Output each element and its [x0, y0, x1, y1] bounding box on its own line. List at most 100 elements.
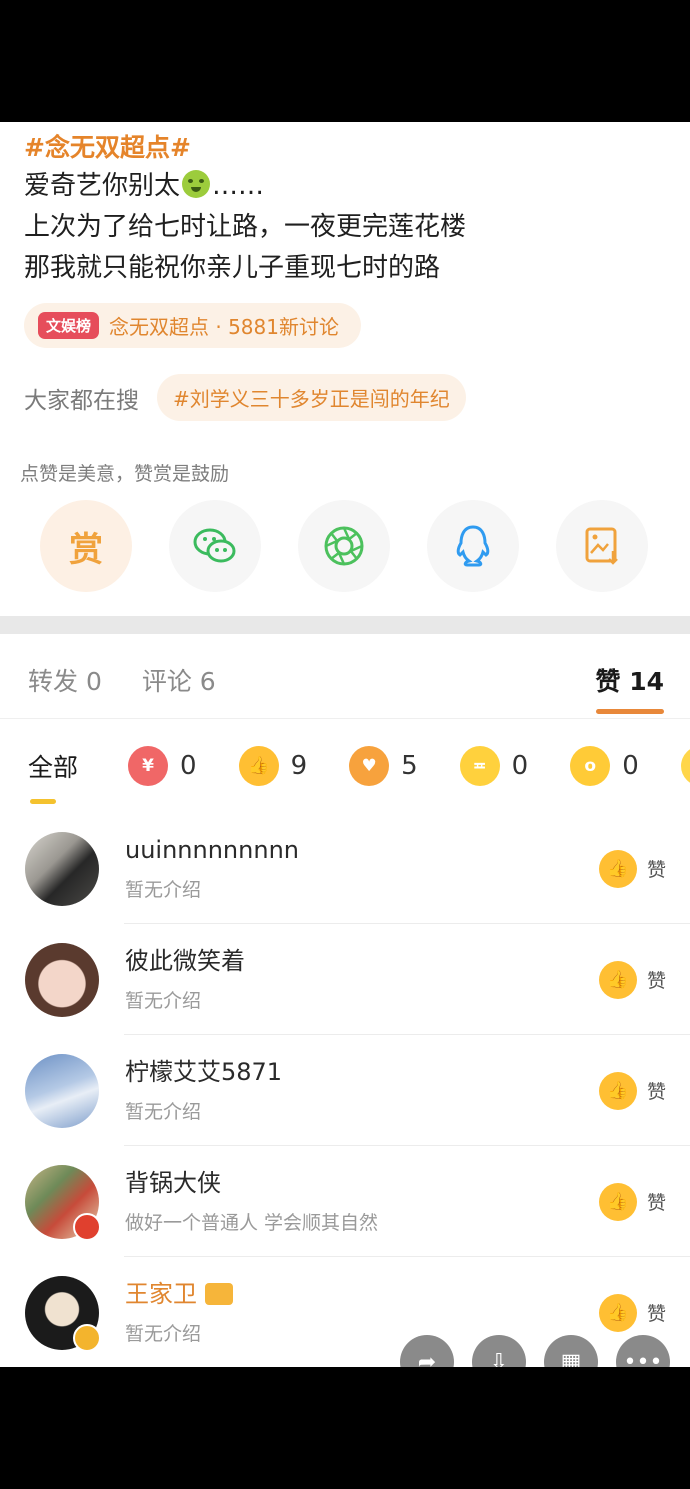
like-label: 赞 — [646, 1081, 666, 1103]
like-label: 赞 — [646, 1192, 666, 1214]
filter-heart-bubble[interactable]: ♥ 5 — [349, 746, 418, 786]
avatar[interactable] — [25, 1053, 99, 1128]
interaction-tabs: 转发 0 评论 6 赞 14 — [0, 634, 690, 719]
like-indicator: 👍 赞 — [598, 1182, 666, 1221]
topic-ranking-pill[interactable]: 文娱榜 念无双超点 · 5881新讨论 — [24, 303, 361, 348]
filter-thumbs-up[interactable]: 👍 9 — [238, 746, 308, 786]
user-info: uuinnnnnnnnn 暂无介绍 — [125, 835, 599, 902]
thumbs-up-icon: 👍 — [598, 960, 637, 999]
avatar[interactable] — [25, 1275, 101, 1352]
list-item[interactable]: uuinnnnnnnnn 暂无介绍 👍 赞 — [0, 813, 690, 924]
tab-repost[interactable]: 转发 0 — [28, 662, 102, 718]
qq-share-button[interactable] — [427, 500, 519, 592]
nauseated-emoji-icon — [182, 170, 211, 198]
user-description: 暂无介绍 — [125, 879, 202, 901]
verified-badge-icon — [73, 1212, 101, 1241]
trending-search-topic[interactable]: #刘学义三十多岁正是闯的年纪 — [157, 374, 466, 421]
thumbs-up-icon: 👍 — [598, 849, 637, 888]
user-info: 背锅大侠 做好一个普通人 学会顺其自然 — [125, 1168, 599, 1235]
list-item[interactable]: 彼此微笑着 暂无介绍 👍 赞 — [0, 924, 690, 1035]
more-dots-icon: ••• — [623, 1349, 663, 1368]
section-divider — [0, 616, 690, 634]
filter-heart-count: 0 — [180, 751, 197, 781]
post-line-3: 那我就只能祝你亲儿子重现七时的路 — [24, 253, 441, 283]
grid-icon: ▦ — [560, 1349, 582, 1368]
tab-like[interactable]: 赞 14 — [595, 662, 664, 718]
laughing-reaction-icon: ≖ — [459, 746, 500, 786]
thumbs-up-icon: 👍 — [598, 1293, 637, 1332]
post-line-2: 上次为了给七时让路，一夜更完莲花楼 — [24, 212, 467, 242]
download-icon: ⇩ — [489, 1349, 509, 1368]
avatar[interactable] — [25, 831, 99, 906]
post-line-1: 爱奇艺你别太 …… — [24, 166, 666, 207]
share-forward-button[interactable]: ➦ — [400, 1335, 454, 1367]
share-arrow-icon: ➦ — [417, 1349, 437, 1368]
avatar[interactable] — [25, 1164, 101, 1241]
like-indicator: 👍 赞 — [598, 960, 666, 999]
heart-bubble-reaction-icon: ♥ — [349, 746, 390, 786]
user-name[interactable]: 背锅大侠 — [125, 1168, 599, 1198]
moments-share-button[interactable] — [298, 500, 390, 592]
filter-heart-bubble-count: 5 — [401, 751, 418, 781]
user-name[interactable]: 柠檬艾艾5871 — [125, 1057, 599, 1087]
angry-reaction-icon — [680, 746, 690, 786]
encourage-text: 点赞是美意，赞赏是鼓励 — [20, 463, 230, 485]
user-info: 柠檬艾艾5871 暂无介绍 — [125, 1057, 599, 1124]
list-item[interactable]: 背锅大侠 做好一个普通人 学会顺其自然 👍 赞 — [0, 1146, 690, 1257]
user-description: 暂无介绍 — [125, 990, 202, 1012]
weibo-post-screen: #念无双超点# 爱奇艺你别太 …… 上次为了给七时让路，一夜更完莲花楼 那我就只能… — [0, 122, 690, 1367]
like-label: 赞 — [646, 970, 666, 992]
trending-search-label: 大家都在搜 — [24, 387, 139, 414]
grid-menu-button[interactable]: ▦ — [544, 1335, 598, 1367]
user-name[interactable]: 彼此微笑着 — [125, 946, 599, 976]
filter-angry[interactable] — [680, 746, 690, 786]
floating-toolbar: ➦ ⇩ ▦ ••• — [400, 1335, 688, 1367]
filter-laugh[interactable]: ≖ 0 — [459, 746, 529, 786]
trending-search-row: 大家都在搜 #刘学义三十多岁正是闯的年纪 — [24, 374, 666, 421]
user-name[interactable]: 王家卫 — [125, 1279, 599, 1309]
post-hashtag[interactable]: #念无双超点# — [24, 130, 666, 166]
crown-icon — [205, 1283, 233, 1305]
topic-text: 念无双超点 · 5881新讨论 — [109, 315, 339, 339]
topic-badge: 文娱榜 — [38, 312, 100, 339]
like-label: 赞 — [646, 1303, 666, 1325]
user-name-text: 王家卫 — [125, 1280, 197, 1308]
tab-comment[interactable]: 评论 6 — [142, 662, 216, 718]
share-actions: 赏 — [0, 486, 690, 592]
reward-button[interactable]: 赏 — [40, 500, 132, 592]
more-button[interactable]: ••• — [616, 1335, 670, 1367]
user-description: 做好一个普通人 学会顺其自然 — [125, 1212, 379, 1234]
user-description: 暂无介绍 — [125, 1101, 202, 1123]
reaction-filters: 全部 ¥ 0 👍 9 ♥ 5 ≖ 0 o 0 — [0, 719, 690, 813]
wechat-share-button[interactable] — [169, 500, 261, 592]
save-image-icon — [585, 527, 618, 565]
reward-label: 赏 — [69, 529, 103, 570]
user-name[interactable]: uuinnnnnnnnn — [125, 835, 599, 865]
thumbs-up-icon: 👍 — [598, 1071, 637, 1110]
post-line-1-prefix: 爱奇艺你别太 — [24, 171, 181, 201]
filter-heart[interactable]: ¥ 0 — [128, 746, 197, 786]
post-line-1-suffix: …… — [212, 171, 265, 201]
qq-icon — [456, 525, 490, 567]
thumbs-up-reaction-icon: 👍 — [238, 746, 279, 786]
filter-surprised[interactable]: o 0 — [570, 746, 639, 786]
filter-thumbs-up-count: 9 — [290, 751, 308, 781]
like-label: 赞 — [646, 859, 666, 881]
user-info: 彼此微笑着 暂无介绍 — [125, 946, 599, 1013]
filter-laugh-count: 0 — [511, 751, 529, 781]
post-content: #念无双超点# 爱奇艺你别太 …… 上次为了给七时让路，一夜更完莲花楼 那我就只能… — [0, 122, 690, 486]
wechat-icon — [193, 528, 236, 563]
like-indicator: 👍 赞 — [598, 1293, 666, 1332]
like-indicator: 👍 赞 — [598, 1071, 666, 1110]
filter-all[interactable]: 全部 — [28, 748, 78, 804]
thumbs-up-icon: 👍 — [598, 1182, 637, 1221]
verified-v-badge-icon — [73, 1323, 101, 1352]
heart-reaction-icon: ¥ — [128, 746, 169, 786]
filter-surprised-count: 0 — [622, 751, 639, 781]
likers-list: uuinnnnnnnnn 暂无介绍 👍 赞 彼此微笑着 暂无介绍 👍 赞 柠檬艾… — [0, 813, 690, 1367]
download-button[interactable]: ⇩ — [472, 1335, 526, 1367]
avatar[interactable] — [25, 942, 99, 1017]
surprised-reaction-icon: o — [570, 746, 611, 786]
save-image-button[interactable] — [556, 500, 648, 592]
list-item[interactable]: 柠檬艾艾5871 暂无介绍 👍 赞 — [0, 1035, 690, 1146]
